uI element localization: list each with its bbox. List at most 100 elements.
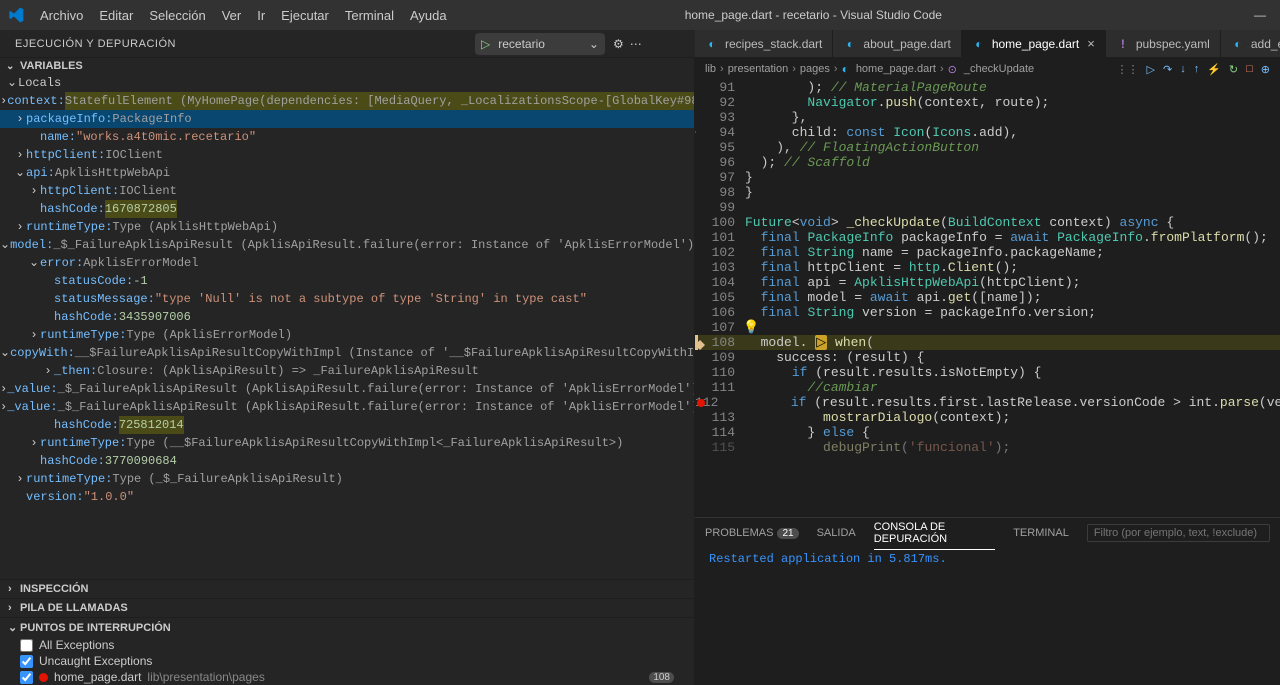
line-number[interactable]: 107 — [695, 320, 745, 335]
code-line[interactable]: 98} — [695, 185, 1280, 200]
variable-row[interactable]: httpClient: IOClient — [0, 146, 694, 164]
code-line[interactable]: 💡107 — [695, 320, 1280, 335]
menu-ayuda[interactable]: Ayuda — [402, 8, 455, 23]
bp-file-entry[interactable]: home_page.dart lib\presentation\pages 10… — [0, 669, 694, 685]
variable-row[interactable]: _then: Closure: (ApklisApiResult) => _Fa… — [0, 362, 694, 380]
line-number[interactable]: 106 — [695, 305, 745, 320]
tab-home_page-dart[interactable]: home_page.dart× — [962, 30, 1106, 57]
more-icon[interactable]: ⋯ — [630, 37, 642, 51]
menu-editar[interactable]: Editar — [91, 8, 141, 23]
continue-icon[interactable]: ▷ — [1147, 63, 1155, 76]
variable-row[interactable]: copyWith: __$FailureApklisApiResultCopyW… — [0, 344, 694, 362]
line-number[interactable]: 113 — [695, 410, 745, 425]
gutter-plus-icon[interactable]: + — [695, 125, 697, 140]
line-number[interactable]: 101 — [695, 230, 745, 245]
tab-debug-console[interactable]: CONSOLA DE DEPURACIÓN — [874, 517, 995, 550]
variable-row[interactable]: hashCode: 3435907006 — [0, 308, 694, 326]
restart-icon[interactable]: ↻ — [1229, 63, 1238, 76]
variable-row[interactable]: statusMessage: "type 'Null' is not a sub… — [0, 290, 694, 308]
variable-row[interactable]: version: "1.0.0" — [0, 488, 694, 506]
breakpoints-header[interactable]: PUNTOS DE INTERRUPCIÓN — [0, 617, 694, 637]
breadcrumb-segment[interactable]: pages — [800, 63, 830, 75]
tab-terminal[interactable]: TERMINAL — [1013, 523, 1069, 543]
step-over-icon[interactable]: ↷ — [1163, 63, 1172, 76]
bp-uncaught-checkbox[interactable] — [20, 655, 33, 668]
line-number[interactable]: 100 — [695, 215, 745, 230]
variable-row[interactable]: runtimeType: Type (_$_FailureApklisApiRe… — [0, 470, 694, 488]
breadcrumb-segment[interactable]: presentation — [728, 63, 789, 75]
tab-problems[interactable]: PROBLEMAS21 — [705, 523, 799, 543]
breadcrumb-segment[interactable]: home_page.dart — [856, 63, 936, 75]
line-number[interactable]: 92 — [695, 95, 745, 110]
variable-row[interactable]: name: "works.a4t0mic.recetario" — [0, 128, 694, 146]
minimize-icon[interactable]: — — [1254, 8, 1264, 22]
hot-reload-icon[interactable]: ⚡ — [1207, 63, 1221, 76]
line-number[interactable]: 95 — [695, 140, 745, 155]
variable-row[interactable]: model: _$_FailureApklisApiResult (Apklis… — [0, 236, 694, 254]
variable-row[interactable]: hashCode: 725812014 — [0, 416, 694, 434]
variable-row[interactable]: runtimeType: Type (ApklisHttpWebApi) — [0, 218, 694, 236]
step-out-icon[interactable]: ↑ — [1194, 63, 1200, 75]
line-number[interactable]: 98 — [695, 185, 745, 200]
callstack-header[interactable]: PILA DE LLAMADAS — [0, 598, 694, 617]
step-into-icon[interactable]: ↓ — [1180, 63, 1186, 75]
tab-pubspec-yaml[interactable]: pubspec.yaml — [1106, 30, 1221, 57]
code-line[interactable]: 114 } else { — [695, 425, 1280, 440]
bp-file-checkbox[interactable] — [20, 671, 33, 684]
bp-all-exceptions[interactable]: All Exceptions — [0, 637, 694, 653]
variable-row[interactable]: statusCode: -1 — [0, 272, 694, 290]
code-line[interactable]: 105 final model = await api.get([name]); — [695, 290, 1280, 305]
line-number[interactable]: 114 — [695, 425, 745, 440]
code-line[interactable]: 104 final api = ApklisHttpWebApi(httpCli… — [695, 275, 1280, 290]
code-line[interactable]: 115 debugPrint('funcional'); — [695, 440, 1280, 455]
line-number[interactable]: 110 — [695, 365, 745, 380]
variable-row[interactable]: _value: _$_FailureApklisApiResult (Apkli… — [0, 380, 694, 398]
code-line[interactable]: 112 if (result.results.first.lastRelease… — [695, 395, 1280, 410]
variables-header[interactable]: VARIABLES — [0, 58, 694, 74]
start-debug-icon[interactable]: ▷ — [481, 37, 490, 51]
code-line[interactable]: 113 mostrarDialogo(context); — [695, 410, 1280, 425]
stop-icon[interactable]: □ — [1246, 63, 1253, 75]
variable-row[interactable]: error: ApklisErrorModel — [0, 254, 694, 272]
watch-header[interactable]: INSPECCIÓN — [0, 579, 694, 598]
line-number[interactable]: 91 — [695, 80, 745, 95]
code-line[interactable]: 94+ child: const Icon(Icons.add), — [695, 125, 1280, 140]
gear-icon[interactable]: ⚙ — [613, 37, 624, 51]
code-line[interactable]: 92 Navigator.push(context, route); — [695, 95, 1280, 110]
code-line[interactable]: 110 if (result.results.isNotEmpty) { — [695, 365, 1280, 380]
breadcrumb-segment[interactable]: lib — [705, 63, 716, 75]
lightbulb-icon[interactable]: 💡 — [743, 320, 759, 335]
line-number[interactable]: 104 — [695, 275, 745, 290]
code-line[interactable]: 106 final String version = packageInfo.v… — [695, 305, 1280, 320]
line-number[interactable]: 105 — [695, 290, 745, 305]
code-editor[interactable]: 91 ); // MaterialPageRoute92 Navigator.p… — [695, 80, 1280, 517]
code-line[interactable]: 100Future<void> _checkUpdate(BuildContex… — [695, 215, 1280, 230]
close-icon[interactable]: × — [1087, 36, 1095, 51]
tab-output[interactable]: SALIDA — [817, 523, 856, 543]
code-line[interactable]: 109 success: (result) { — [695, 350, 1280, 365]
code-line[interactable]: 101 final PackageInfo packageInfo = awai… — [695, 230, 1280, 245]
line-number[interactable]: 115 — [695, 440, 745, 455]
menu-archivo[interactable]: Archivo — [32, 8, 91, 23]
tab-add_edit_rec[interactable]: add_edit_rec — [1221, 30, 1280, 57]
variable-row[interactable]: _value: _$_FailureApklisApiResult (Apkli… — [0, 398, 694, 416]
code-line[interactable]: 102 final String name = packageInfo.pack… — [695, 245, 1280, 260]
line-number[interactable]: 96 — [695, 155, 745, 170]
code-line[interactable]: 103 final httpClient = http.Client(); — [695, 260, 1280, 275]
bp-all-checkbox[interactable] — [20, 639, 33, 652]
line-number[interactable]: 103 — [695, 260, 745, 275]
menu-terminal[interactable]: Terminal — [337, 8, 402, 23]
console-filter-input[interactable] — [1087, 524, 1270, 542]
variable-row[interactable]: hashCode: 3770090684 — [0, 452, 694, 470]
variable-row[interactable]: httpClient: IOClient — [0, 182, 694, 200]
line-number[interactable]: 94+ — [695, 125, 745, 140]
code-line[interactable]: 95 ), // FloatingActionButton — [695, 140, 1280, 155]
line-number[interactable]: 102 — [695, 245, 745, 260]
bp-uncaught-exceptions[interactable]: Uncaught Exceptions — [0, 653, 694, 669]
chevron-down-icon[interactable]: ⌄ — [589, 37, 599, 51]
tab-about_page-dart[interactable]: about_page.dart — [833, 30, 961, 57]
code-line[interactable]: 111 //cambiar — [695, 380, 1280, 395]
line-number[interactable]: 108 — [695, 335, 745, 350]
breakpoint-dot-icon[interactable] — [697, 399, 705, 407]
menu-ir[interactable]: Ir — [249, 8, 273, 23]
